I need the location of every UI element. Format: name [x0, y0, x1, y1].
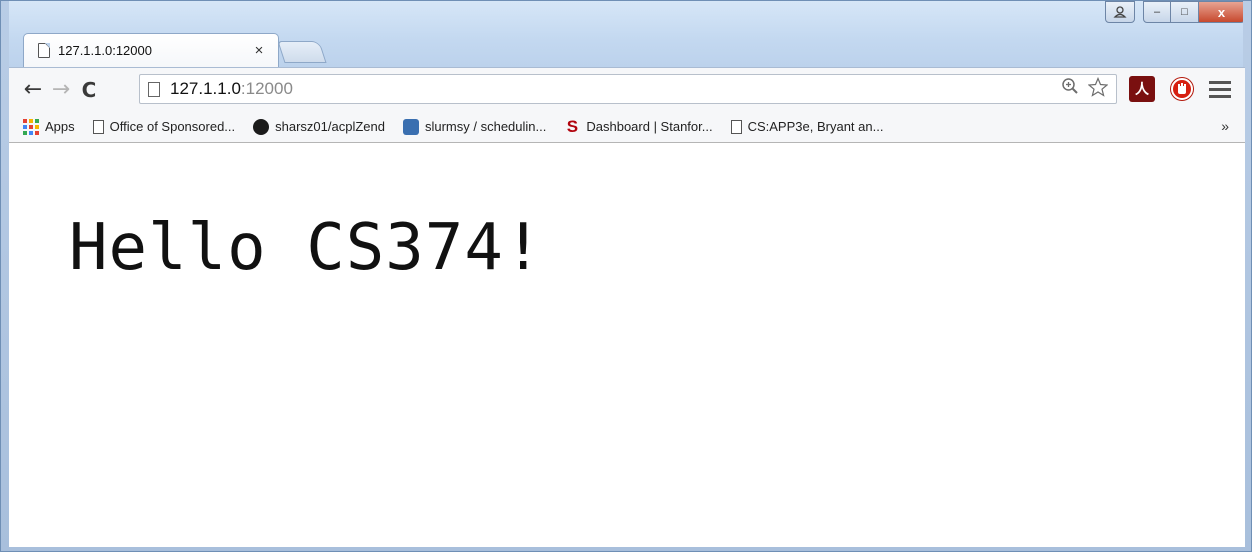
stop-hand-icon [1171, 78, 1193, 100]
page-icon [148, 81, 160, 97]
omnibox-actions [1058, 76, 1110, 101]
zoom-icon[interactable] [1058, 77, 1082, 101]
bookmark-label: CS:APP3e, Bryant an... [747, 119, 884, 134]
bookmark-label: Apps [45, 119, 75, 134]
bookmark-apps[interactable]: Apps [23, 118, 75, 135]
bookmark-github[interactable]: sharsz01/acplZend [253, 118, 385, 135]
page-heading: Hello CS374! [69, 211, 544, 285]
page-icon [38, 43, 50, 58]
page-content: Hello CS374! [9, 143, 1245, 549]
window-frame-bottom [1, 547, 1251, 551]
back-button[interactable]: ← [19, 76, 47, 104]
github-icon [253, 118, 270, 135]
bookmark-label: Dashboard | Stanfor... [586, 119, 713, 134]
window-controls: – □ x [1105, 1, 1245, 23]
minimize-button[interactable]: – [1143, 1, 1171, 23]
bookmark-label: Office of Sponsored... [109, 119, 236, 134]
bookmark-label: sharsz01/acplZend [275, 119, 385, 134]
bookmark-star-icon[interactable] [1086, 76, 1110, 101]
bookmark-slurmsy[interactable]: slurmsy / schedulin... [402, 118, 547, 135]
adblock-extension-icon[interactable] [1169, 76, 1195, 102]
url-port: :12000 [240, 79, 293, 98]
bookmark-office-sponsored[interactable]: Office of Sponsored... [92, 119, 236, 134]
browser-toolbar: ← → C 127.1.1.0:12000 人 [9, 67, 1245, 111]
tab-title: 127.1.1.0:12000 [58, 43, 152, 58]
database-icon [402, 118, 419, 135]
page-icon [92, 119, 104, 134]
page-icon [730, 119, 742, 134]
bookmarks-bar: Apps Office of Sponsored... sharsz01/acp… [9, 111, 1245, 143]
browser-window: 127.1.1.0:12000 × – □ x ← → C 127.1.1.0:… [0, 0, 1252, 552]
forward-button[interactable]: → [47, 76, 75, 104]
chrome-menu-icon[interactable] [1209, 78, 1231, 100]
user-profile-icon[interactable] [1105, 1, 1135, 23]
title-bar: 127.1.1.0:12000 × – □ x [1, 1, 1251, 67]
maximize-button[interactable]: □ [1171, 1, 1199, 23]
more-bookmarks-button[interactable]: » [1221, 118, 1229, 134]
tab-close-icon[interactable]: × [250, 42, 268, 59]
tab-active[interactable]: 127.1.1.0:12000 × [23, 33, 279, 67]
url-host: 127.1.1.0 [170, 79, 241, 98]
close-window-button[interactable]: x [1199, 1, 1245, 23]
apps-icon [23, 118, 39, 135]
reload-button[interactable]: C [75, 76, 103, 104]
acrobat-extension-icon[interactable]: 人 [1129, 76, 1155, 102]
bookmark-label: slurmsy / schedulin... [424, 119, 547, 134]
bookmark-csapp[interactable]: CS:APP3e, Bryant an... [730, 119, 884, 134]
address-bar[interactable]: 127.1.1.0:12000 [139, 74, 1117, 104]
new-tab-button[interactable] [277, 41, 327, 63]
window-frame-left [1, 1, 9, 551]
stanford-icon: S [566, 116, 579, 136]
bookmark-dashboard[interactable]: S Dashboard | Stanfor... [564, 116, 713, 136]
